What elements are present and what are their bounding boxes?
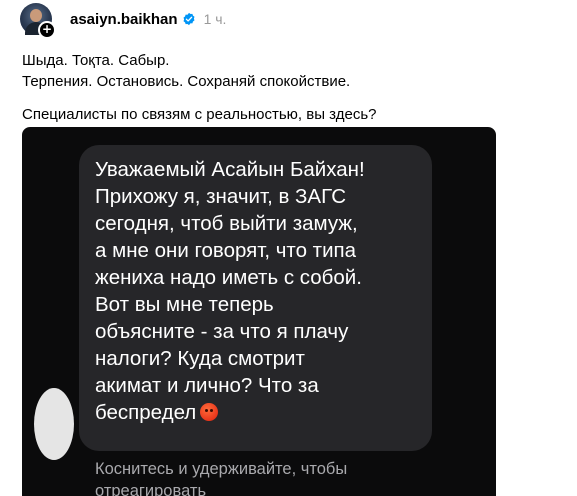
verified-badge-icon [183, 12, 195, 26]
username[interactable]: asaiyn.baikhan [70, 11, 178, 28]
reaction-hint-line-1: Коснитесь и удерживайте, чтобы [95, 460, 348, 478]
angry-face-emoji [200, 403, 219, 421]
avatar[interactable]: + [20, 3, 56, 39]
thread-post: + asaiyn.baikhan 1 ч. Шыда. Тоқта. Сабыр… [0, 0, 577, 496]
sender-avatar-placeholder [34, 388, 74, 460]
message-text: Уважаемый Асайын Байхан! Прихожу я, знач… [95, 156, 435, 426]
message-bubble: Уважаемый Асайын Байхан! Прихожу я, знач… [79, 145, 432, 451]
message-body: Уважаемый Асайын Байхан! Прихожу я, знач… [95, 158, 365, 424]
reaction-hint-line-2: отреагировать [95, 482, 207, 496]
reaction-hint: Коснитесь и удерживайте, чтобы отреагиро… [95, 458, 347, 496]
add-plus-icon[interactable]: + [38, 21, 56, 39]
post-text: Шыда. Тоқта. Сабыр. Терпения. Остановись… [22, 50, 376, 125]
post-question: Специалисты по связям с реальностью, вы … [22, 106, 377, 123]
avatar-face [30, 9, 42, 22]
post-time[interactable]: 1 ч. [204, 11, 227, 27]
post-line-1: Шыда. Тоқта. Сабыр. [22, 52, 170, 69]
post-line-2: Терпения. Остановись. Сохраняй спокойств… [22, 73, 351, 90]
post-media-screenshot[interactable]: Уважаемый Асайын Байхан! Прихожу я, знач… [22, 127, 496, 496]
post-header: + asaiyn.baikhan 1 ч. [20, 2, 227, 39]
